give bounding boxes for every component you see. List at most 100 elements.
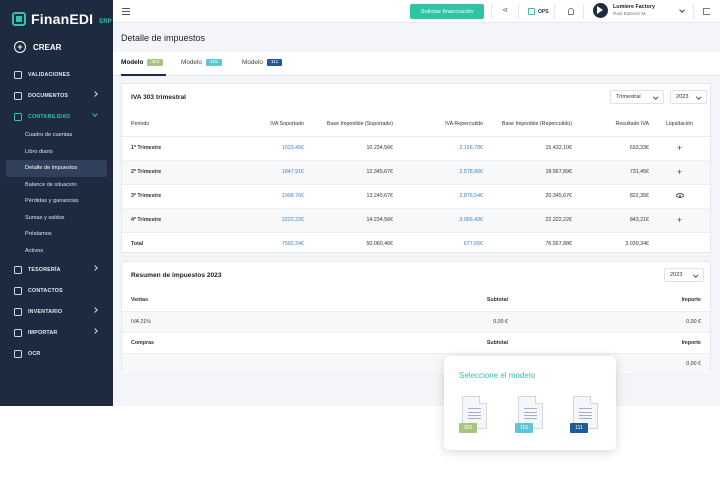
model-option-115[interactable]: 115 [515,396,547,434]
add-liquidation-icon[interactable]: + [677,167,682,177]
importe-header: Importe [508,332,710,354]
sidebar-item-label: CONTABILIDAD [28,113,71,120]
sidebar-item-documentos[interactable]: DOCUMENTOS [0,85,113,106]
sidebar-item-tesoreria[interactable]: TESORERÍA [0,259,113,280]
base-soportado-cell: 12.345,67€ [304,160,393,185]
topbar-divider [491,4,492,19]
sidebar-subitem-prestamos[interactable]: Préstamos [0,226,113,243]
total-iva-soportado-link[interactable]: 7592.34€ [202,232,304,257]
popup-title: Seleccione el modelo [459,371,536,380]
brand-sub: ERP [99,19,112,25]
logout-icon[interactable] [703,8,710,15]
total-label: Total [122,232,202,257]
ops-button[interactable]: OPS [528,8,549,15]
total-base-soportado: 50.060,46€ [304,232,393,257]
table-row: 3º Trimestre 1998.76€ 13.245,67€ 2.876,5… [122,184,710,209]
sidebar-subitem-activos[interactable]: Activos [0,243,113,260]
iva-quarterly-card: IVA 303 trimestral Trimestral 2023 Perio… [121,83,711,257]
importe-value: 0,00 € [508,311,710,333]
create-button[interactable]: + CREAR [14,41,61,53]
summary-year-select[interactable]: 2023 [664,268,704,282]
iva-soportado-link[interactable]: 1847.91€ [202,160,304,185]
user-subtitle: Raúl Estévez M. [613,11,647,16]
inventory-icon [14,307,22,316]
sidebar-item-validaciones[interactable]: VALIDACIONES [0,64,113,85]
iva-soportado-link[interactable]: 2222.22€ [202,208,304,233]
page-title: Detalle de impuestos [121,33,206,43]
model-option-303[interactable]: 303 [459,396,491,434]
sidebar-item-inventario[interactable]: INVENTARIO [0,301,113,322]
resultado-cell: 822,35€ [572,184,649,209]
ops-label: OPS [538,8,549,15]
ops-icon [528,8,535,15]
iva-repercutido-link[interactable]: 2.876,54€ [393,184,483,209]
sidebar-item-contabilidad[interactable]: CONTABILIDAD [0,106,113,127]
card-title: IVA 303 trimestral [131,94,186,101]
sidebar-item-ocr[interactable]: OCR [0,343,113,364]
sidebar-item-importar[interactable]: IMPORTAR [0,322,113,343]
model-badge: 115 [515,423,533,433]
sidebar-subitem-sumas-saldos[interactable]: Sumas y saldos [0,210,113,227]
sidebar-item-label: CONTACTOS [28,287,63,294]
ocr-icon [14,349,22,358]
app-root: FinanEDI ERP + CREAR VALIDACIONES DOCUME… [0,0,720,406]
topbar: Solicitar financiación OPS Lumiere Facto… [113,0,720,23]
topbar-divider [583,4,584,19]
model-option-111[interactable]: 111 [570,396,602,434]
iva-repercutido-link[interactable]: 3.065,43€ [393,208,483,233]
request-financing-button[interactable]: Solicitar financiación [410,4,484,19]
subtotal-header: Subtotal [322,332,508,354]
year-select[interactable]: 2023 [670,90,707,104]
period-select[interactable]: Trimestral [610,90,664,104]
iva-repercutido-link[interactable]: 2.578,90€ [393,160,483,185]
sidebar-subitem-libro-diario[interactable]: Libro diario [0,144,113,161]
active-tab-indicator [121,74,166,76]
model-badge: 115 [205,59,222,66]
iva-soportado-link[interactable]: 1523.45€ [202,136,304,161]
sidebar-subitem-detalle-impuestos[interactable]: Detalle de impuestos [6,160,107,177]
sidebar-item-label: IMPORTAR [28,329,58,336]
view-liquidation-icon[interactable] [675,193,684,199]
chevron-right-icon [92,307,98,313]
table-row: 4º Trimestre 2222.22€ 14.234,56€ 3.065,4… [122,208,710,233]
iva-table: Periodo IVA Soportado Base Imponible (So… [122,112,710,257]
base-repercutido-cell: 22.222,22€ [483,208,572,233]
topbar-divider [693,4,694,19]
periodo-cell: 2º Trimestre [122,160,202,185]
add-liquidation-icon[interactable]: + [677,143,682,153]
model-badge: 303 [459,423,477,433]
iva-soportado-link[interactable]: 1998.76€ [202,184,304,209]
liquidacion-cell: + [649,136,710,161]
period-select-value: Trimestral [616,94,641,100]
periodo-cell: 3º Trimestre [122,184,202,209]
user-menu[interactable]: Lumiere Factory Raúl Estévez M. [593,3,655,18]
add-liquidation-icon[interactable]: + [677,215,682,225]
topbar-divider [518,4,519,19]
iva-repercutido-link[interactable]: 2.156,78€ [393,136,483,161]
summary-year-value: 2023 [670,272,683,278]
share-icon[interactable] [502,6,509,15]
treasury-icon [14,265,22,274]
chevron-down-icon [652,94,658,100]
base-repercutido-cell: 20.345,67€ [483,184,572,209]
tab-modelo-115[interactable]: Modelo 115 [181,59,222,66]
total-iva-repercutido-link[interactable]: 677,65€ [393,232,483,257]
year-select-value: 2023 [676,94,689,100]
brand-logo[interactable]: FinanEDI ERP [12,11,112,27]
tab-modelo-111[interactable]: Modelo 111 [242,59,283,66]
column-header: IVA Repercutido [393,112,483,137]
chevron-down-icon[interactable] [679,7,685,13]
sidebar-nav: VALIDACIONES DOCUMENTOS CONTABILIDAD Cua… [0,64,113,364]
column-header: IVA Soportado [202,112,304,137]
bell-icon[interactable] [568,8,574,15]
sidebar-subitem-perdidas-ganancias[interactable]: Pérdidas y ganancias [0,193,113,210]
sidebar-item-contactos[interactable]: CONTACTOS [0,280,113,301]
sidebar-subitem-cuadro-cuentas[interactable]: Cuadro de cuentas [0,127,113,144]
column-header: Liquidación [649,112,710,137]
sidebar-subitem-balance[interactable]: Balance de situación [0,177,113,194]
liquidacion-cell [649,184,710,209]
section-label: Compras [122,332,322,354]
menu-icon[interactable] [122,8,130,15]
accounting-icon [14,112,22,121]
tab-modelo-303[interactable]: Modelo 303 [121,59,164,66]
